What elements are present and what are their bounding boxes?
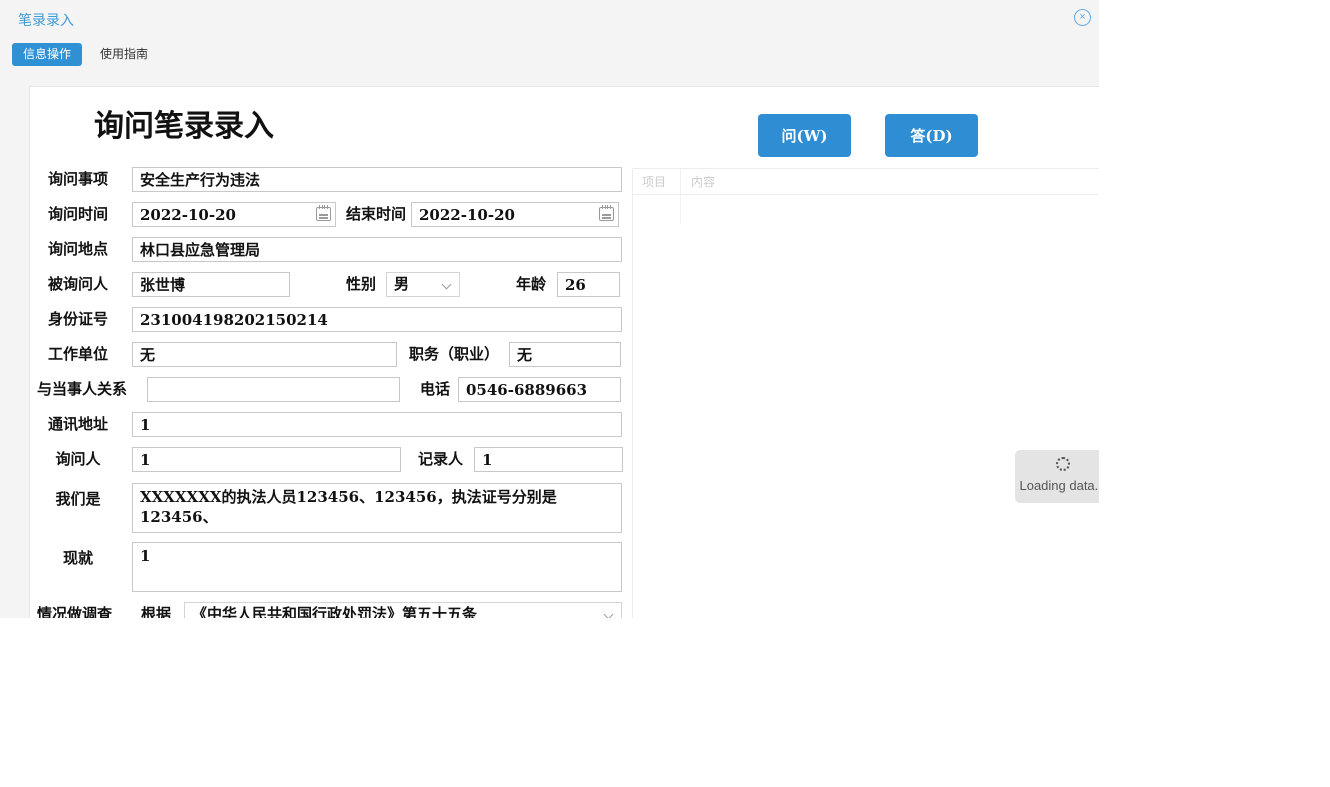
loading-text: Loading data... xyxy=(1015,478,1099,493)
recorder-label: 记录人 xyxy=(418,447,463,472)
age-input[interactable] xyxy=(557,272,620,297)
main-panel: 询问笔录录入 问(W) 答(D) 询问事项 询问时间 结束时间 询问地点 被询问… xyxy=(29,86,1099,618)
qa-column-content: 内容 xyxy=(681,169,1099,194)
relation-label: 与当事人关系 xyxy=(37,377,127,402)
qa-empty-cell-item xyxy=(633,195,681,224)
inquiry-matter-label: 询问事项 xyxy=(30,167,126,192)
recorder-input[interactable] xyxy=(474,447,623,472)
inquiry-matter-input[interactable] xyxy=(132,167,622,192)
inquiry-time-input[interactable] xyxy=(132,202,336,227)
qa-datagrid: 项目 内容 xyxy=(632,168,1099,618)
close-icon[interactable]: × xyxy=(1074,9,1091,26)
qa-empty-cell-content xyxy=(681,195,1099,224)
answer-button[interactable]: 答(D) xyxy=(885,114,978,157)
inquiry-time-label: 询问时间 xyxy=(30,202,126,227)
calendar-icon[interactable] xyxy=(599,207,614,221)
phone-input[interactable] xyxy=(458,377,621,402)
qa-column-item: 项目 xyxy=(633,169,681,194)
interviewee-input[interactable] xyxy=(132,272,290,297)
chevron-down-icon xyxy=(604,610,614,618)
calendar-dots xyxy=(319,214,328,216)
we-are-label: 我们是 xyxy=(30,487,126,512)
phone-label: 电话 xyxy=(420,377,450,402)
id-number-input[interactable] xyxy=(132,307,622,332)
end-time-label: 结束时间 xyxy=(346,202,406,227)
job-label: 职务（职业） xyxy=(409,342,499,367)
now-on-textarea[interactable] xyxy=(132,542,622,592)
loading-indicator: Loading data... xyxy=(1015,450,1099,503)
app-window: 笔录录入 × 信息操作 使用指南 询问笔录录入 问(W) 答(D) 询问事项 询… xyxy=(0,0,1099,618)
basis-label: 根据 xyxy=(141,602,171,618)
tab-info-operation[interactable]: 信息操作 xyxy=(12,43,82,66)
work-unit-label: 工作单位 xyxy=(30,342,126,367)
qa-header-row: 项目 内容 xyxy=(633,169,1099,195)
end-time-input[interactable] xyxy=(411,202,619,227)
chevron-down-icon xyxy=(442,280,452,290)
calendar-icon[interactable] xyxy=(316,207,331,221)
investigate-label: 情况做调查 xyxy=(37,602,112,618)
calendar-dots xyxy=(602,214,611,216)
relation-input[interactable] xyxy=(147,377,400,402)
page-title: 询问笔录录入 xyxy=(94,101,274,145)
address-input[interactable] xyxy=(132,412,622,437)
window-title: 笔录录入 xyxy=(18,10,74,30)
spinner-icon xyxy=(1056,457,1070,471)
inquirer-input[interactable] xyxy=(132,447,401,472)
basis-select[interactable]: 《中华人民共和国行政处罚法》第五十五条 xyxy=(184,602,622,618)
now-on-label: 现就 xyxy=(30,546,126,571)
address-label: 通讯地址 xyxy=(30,412,126,437)
qa-empty-row xyxy=(633,195,1099,224)
gender-value: 男 xyxy=(394,275,409,293)
id-number-label: 身份证号 xyxy=(30,307,126,332)
job-input[interactable] xyxy=(509,342,621,367)
tab-user-guide[interactable]: 使用指南 xyxy=(98,43,150,66)
inquiry-place-input[interactable] xyxy=(132,237,622,262)
ask-button[interactable]: 问(W) xyxy=(758,114,851,157)
gender-label: 性别 xyxy=(346,272,376,297)
inquiry-place-label: 询问地点 xyxy=(30,237,126,262)
gender-select[interactable]: 男 xyxy=(386,272,460,297)
we-are-textarea[interactable] xyxy=(132,483,622,533)
age-label: 年龄 xyxy=(516,272,546,297)
interviewee-label: 被询问人 xyxy=(30,272,126,297)
inquirer-label: 询问人 xyxy=(30,447,126,472)
work-unit-input[interactable] xyxy=(132,342,397,367)
basis-value: 《中华人民共和国行政处罚法》第五十五条 xyxy=(192,605,477,618)
